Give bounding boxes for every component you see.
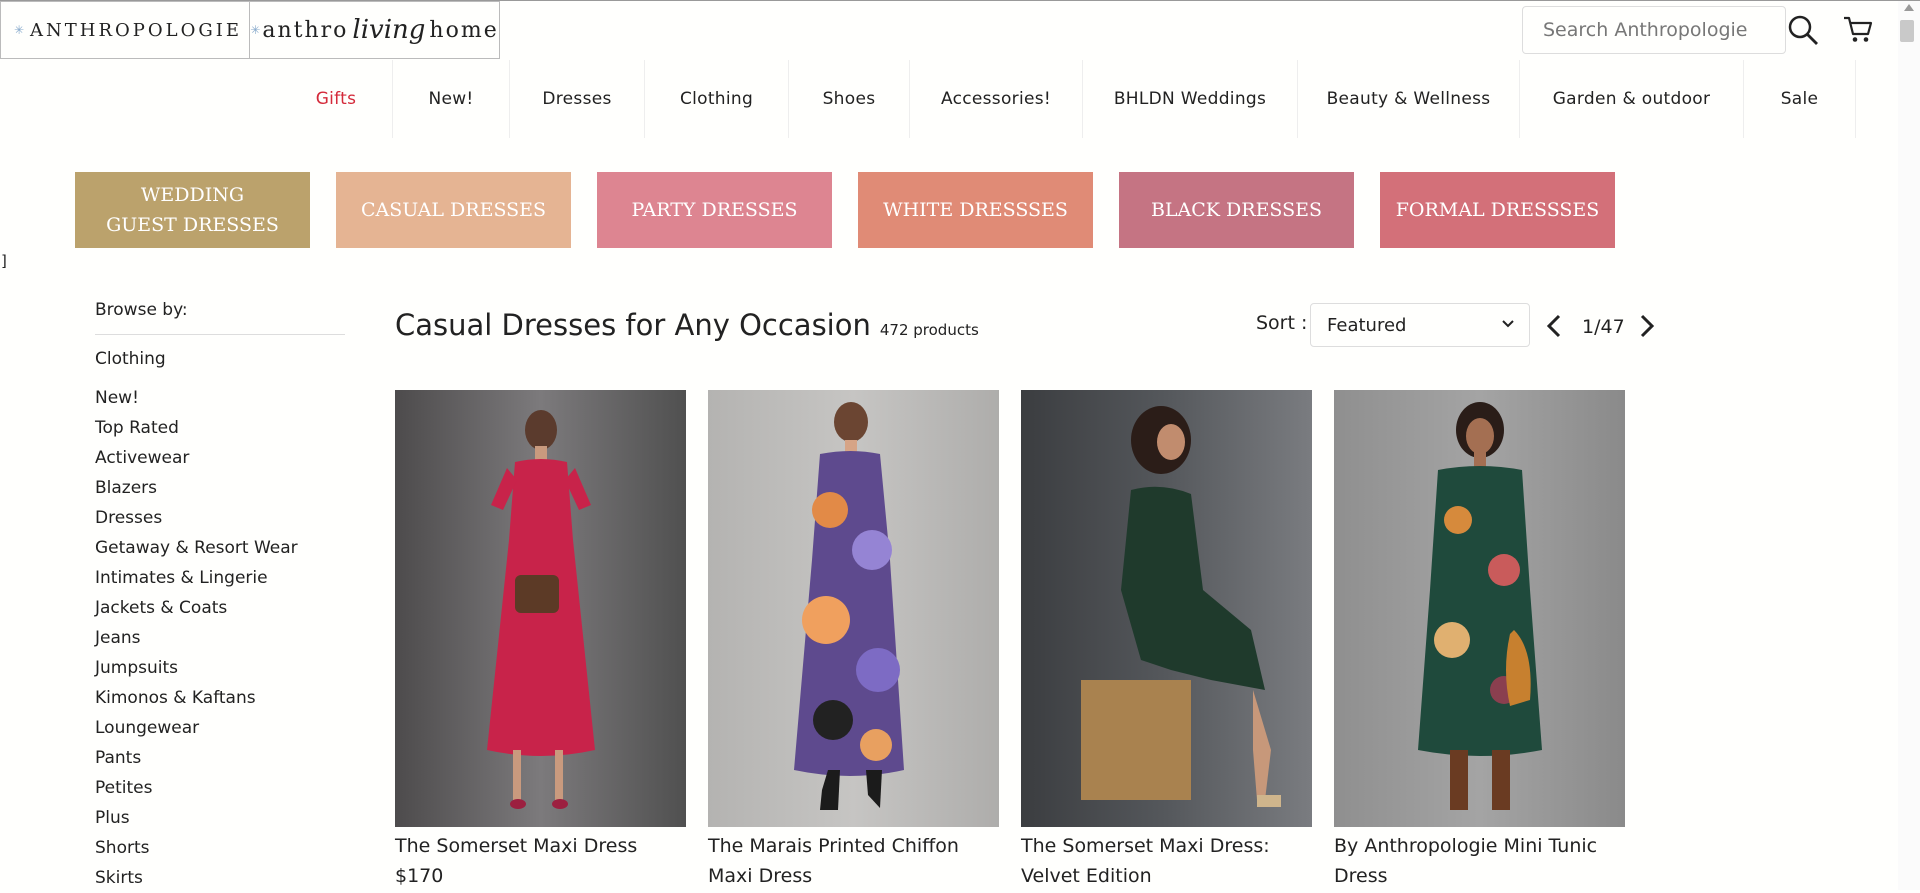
sidebar-item-plus[interactable]: Plus [95,803,345,833]
stray-bracket: ] [1,252,7,270]
page-title: Casual Dresses for Any Occasion [395,308,871,342]
sidebar-section-clothing[interactable]: Clothing [95,349,345,369]
category-party-dresses[interactable]: PARTY DRESSES [597,172,832,248]
product-price: $170 [395,865,444,887]
sidebar-item-kimonos-kaftans[interactable]: Kimonos & Kaftans [95,683,345,713]
nav-item-gifts[interactable]: Gifts [280,60,393,138]
product-card[interactable]: The Somerset Maxi Dress $170 [395,390,686,891]
nav-item-clothing[interactable]: Clothing [645,60,789,138]
nav-item-sale[interactable]: Sale [1744,60,1856,138]
product-count: 472 products [879,321,979,339]
search-input[interactable] [1541,18,1775,42]
product-image[interactable] [708,390,999,827]
previous-page-icon[interactable] [1545,314,1563,338]
dress-categories: WEDDING GUEST DRESSES CASUAL DRESSES PARTY… [75,172,1641,248]
category-wedding-guest-dresses[interactable]: WEDDING GUEST DRESSES [75,172,310,248]
sidebar-item-blazers[interactable]: Blazers [95,473,345,503]
next-page-icon[interactable] [1638,314,1656,338]
product-name[interactable]: The Marais Printed Chiffon Maxi Dress [708,831,999,891]
sort-value: Featured [1327,314,1407,336]
sidebar-item-pants[interactable]: Pants [95,743,345,773]
sidebar-item-new[interactable]: New! [95,383,345,413]
chevron-down-icon [1502,320,1514,328]
scroll-up-arrow[interactable] [1904,4,1914,11]
cart-icon[interactable] [1840,12,1876,48]
product-card[interactable]: The Marais Printed Chiffon Maxi Dress [708,390,999,891]
product-image[interactable] [1334,390,1625,827]
category-casual-dresses[interactable]: CASUAL DRESSES [336,172,571,248]
product-name[interactable]: By Anthropologie Mini Tunic Dress [1334,831,1625,891]
sidebar-item-jumpsuits[interactable]: Jumpsuits [95,653,345,683]
sidebar-item-loungewear[interactable]: Loungewear [95,713,345,743]
category-formal-dressses[interactable]: FORMAL DRESSSES [1380,172,1615,248]
nav-item-new[interactable]: New! [393,60,510,138]
sidebar-item-jeans[interactable]: Jeans [95,623,345,653]
product-image[interactable] [1021,390,1312,827]
page-indicator: 1/47 [1582,316,1625,338]
anthroliving-logo[interactable]: ✳ anthro living home [249,1,500,59]
product-name[interactable]: The Somerset Maxi Dress [395,831,686,861]
sidebar-item-dresses[interactable]: Dresses [95,503,345,533]
anthropologie-logo[interactable]: ✳ ANTHROPOLOGIE [0,1,250,59]
scrollbar-thumb[interactable] [1900,20,1914,42]
category-black-dresses[interactable]: BLACK DRESSES [1119,172,1354,248]
sidebar-item-activewear[interactable]: Activewear [95,443,345,473]
nav-item-accessories[interactable]: Accessories! [910,60,1083,138]
sidebar-item-jackets-coats[interactable]: Jackets & Coats [95,593,345,623]
search-icon[interactable] [1786,10,1820,50]
nav-item-bhldn-weddings[interactable]: BHLDN Weddings [1083,60,1298,138]
product-card[interactable]: By Anthropologie Mini Tunic Dress [1334,390,1625,891]
listing-heading: Casual Dresses for Any Occasion 472 prod… [395,308,979,342]
nav-item-shoes[interactable]: Shoes [789,60,910,138]
logo-text: ANTHROPOLOGIE [30,19,243,41]
main-nav: Gifts New! Dresses Clothing Shoes Accessories… [280,60,1856,138]
browse-heading: Browse by: [95,300,345,335]
nav-item-garden-outdoor[interactable]: Garden & outdoor [1520,60,1744,138]
product-image[interactable] [395,390,686,827]
browse-sidebar: Browse by: Clothing New! Top Rated Activew… [95,300,345,893]
product-name[interactable]: The Somerset Maxi Dress: Velvet Edition [1021,831,1312,891]
sort-select[interactable]: Featured [1310,303,1530,347]
product-grid: The Somerset Maxi Dress $170 The Marais … [395,390,1647,891]
sort-label: Sort : [1256,312,1308,334]
sidebar-item-getaway-resort-wear[interactable]: Getaway & Resort Wear [95,533,345,563]
sidebar-item-petites[interactable]: Petites [95,773,345,803]
nav-item-beauty-wellness[interactable]: Beauty & Wellness [1298,60,1520,138]
sidebar-item-skirts[interactable]: Skirts [95,863,345,893]
sidebar-item-shorts[interactable]: Shorts [95,833,345,863]
sidebar-item-top-rated[interactable]: Top Rated [95,413,345,443]
product-card[interactable]: The Somerset Maxi Dress: Velvet Edition [1021,390,1312,891]
sidebar-item-intimates-lingerie[interactable]: Intimates & Lingerie [95,563,345,593]
search-box[interactable] [1522,6,1786,54]
nav-item-dresses[interactable]: Dresses [510,60,645,138]
page-scrollbar[interactable] [1898,0,1920,890]
category-white-dressses[interactable]: WHITE DRESSSES [858,172,1093,248]
